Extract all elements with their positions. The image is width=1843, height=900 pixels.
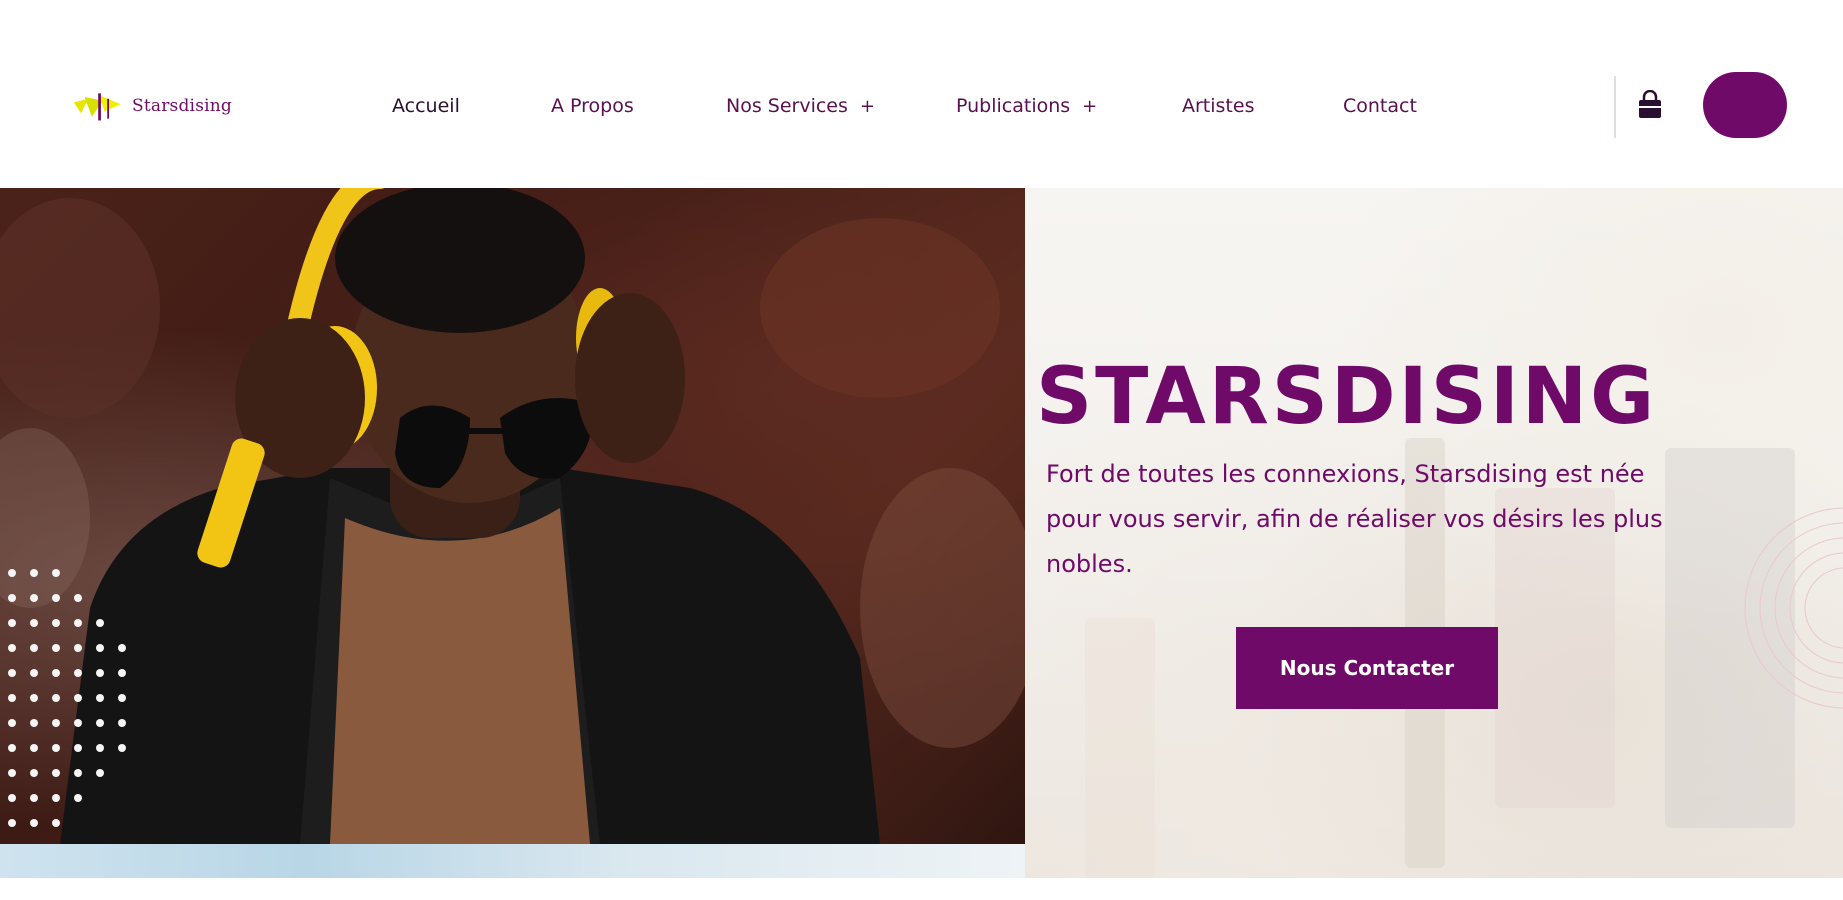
decorative-rings bbox=[1744, 507, 1843, 709]
hero-title: STARSDISING bbox=[1036, 352, 1658, 442]
hero-bottom-strip bbox=[0, 844, 1025, 878]
site-header: Starsdising Accueil A Propos Nos Service… bbox=[0, 0, 1843, 190]
contact-button[interactable]: Nous Contacter bbox=[1236, 627, 1498, 709]
hero-description: Fort de toutes les connexions, Starsdisi… bbox=[1046, 460, 1663, 578]
nav-item-a-propos[interactable]: A Propos bbox=[551, 86, 634, 126]
submenu-plus-icon: + bbox=[1082, 96, 1098, 117]
submenu-plus-icon: + bbox=[859, 96, 875, 117]
nav-item-contact[interactable]: Contact bbox=[1343, 86, 1417, 126]
header-divider bbox=[1614, 76, 1616, 138]
nav-item-artistes[interactable]: Artistes bbox=[1182, 86, 1254, 126]
nav-item-nos-services[interactable]: Nos Services + bbox=[726, 86, 875, 126]
nav-item-publications[interactable]: Publications + bbox=[956, 86, 1097, 126]
hero-image bbox=[0, 188, 1025, 844]
logo-star-icon bbox=[73, 93, 121, 121]
nav-item-accueil[interactable]: Accueil bbox=[392, 86, 460, 126]
logo-text: Starsdising bbox=[132, 96, 232, 116]
header-action-button[interactable] bbox=[1703, 72, 1787, 138]
site-logo[interactable]: Starsdising bbox=[72, 88, 232, 124]
shopping-bag-icon[interactable] bbox=[1636, 89, 1664, 120]
